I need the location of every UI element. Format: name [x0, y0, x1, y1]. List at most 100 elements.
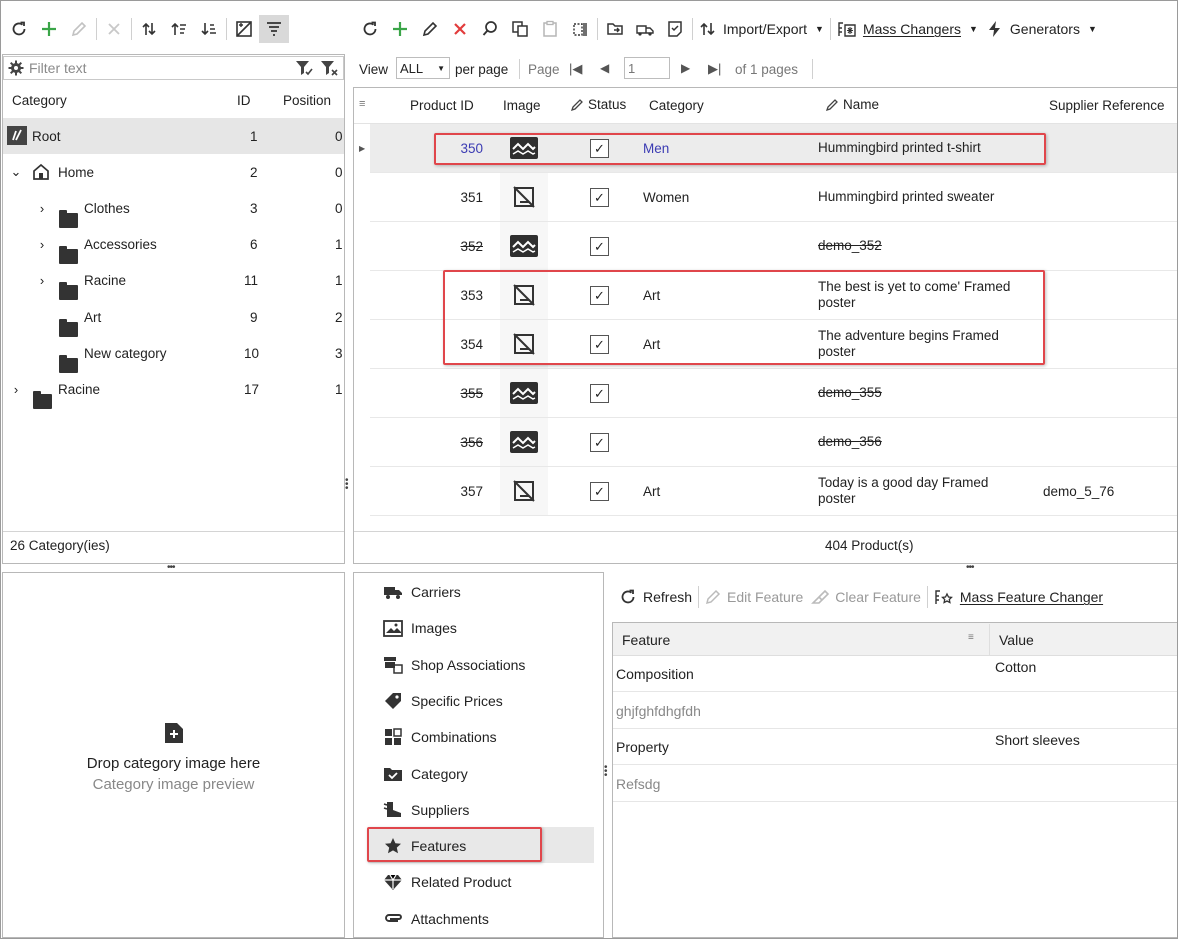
- edit-product-button[interactable]: [415, 15, 445, 43]
- nav-item-category[interactable]: Category: [383, 756, 468, 792]
- nav-item-specific-prices[interactable]: Specific Prices: [383, 683, 503, 719]
- product-image-cell[interactable]: [500, 369, 548, 417]
- col-product-id[interactable]: Product ID: [410, 98, 474, 113]
- nav-item-related-product[interactable]: Related Product: [383, 864, 511, 900]
- mass-changers-menu[interactable]: Mass Changers ▼: [833, 15, 982, 43]
- nav-item-shop-associations[interactable]: Shop Associations: [383, 647, 525, 683]
- mass-feature-changer-button[interactable]: Mass Feature Changer: [930, 583, 1107, 611]
- status-checkbox[interactable]: ✓: [590, 383, 609, 403]
- vertical-splitter[interactable]: • • •: [345, 476, 351, 494]
- vertical-splitter-bottom[interactable]: • • •: [604, 763, 610, 781]
- table-row[interactable]: 352 ✓ demo_352: [370, 222, 1178, 271]
- next-page-button[interactable]: ▶: [681, 61, 690, 75]
- col-image[interactable]: Image: [503, 98, 541, 113]
- assign-category-button[interactable]: [600, 15, 630, 43]
- filter-input[interactable]: Filter text: [3, 56, 344, 80]
- prev-page-button[interactable]: ◀: [600, 61, 609, 75]
- table-row[interactable]: 355 ✓ demo_355: [370, 369, 1178, 418]
- table-row[interactable]: 356 ✓ demo_356: [370, 418, 1178, 467]
- page-number-input[interactable]: 1: [624, 57, 670, 79]
- col-value[interactable]: Value: [999, 632, 1034, 648]
- col-feature[interactable]: Feature: [622, 632, 670, 648]
- filter-toggle-button[interactable]: [259, 15, 289, 43]
- first-page-button[interactable]: |◀: [569, 61, 582, 77]
- edit-feature-button[interactable]: Edit Feature: [701, 583, 807, 611]
- generators-menu[interactable]: Generators ▼: [982, 15, 1101, 43]
- chevron-right-icon[interactable]: ›: [35, 201, 49, 216]
- tree-row-new-category[interactable]: New category 10 3: [3, 335, 344, 373]
- delete-product-button[interactable]: [445, 15, 475, 43]
- tree-row-racine[interactable]: › Racine 11 1: [3, 262, 344, 300]
- status-checkbox[interactable]: ✓: [590, 187, 609, 207]
- tree-col-id[interactable]: ID: [237, 93, 251, 108]
- filter-clear-button[interactable]: [320, 60, 338, 76]
- table-row[interactable]: 357 ✓ Art Today is a good day Framed poster d…: [370, 467, 1178, 516]
- nav-item-images[interactable]: Images: [383, 610, 457, 646]
- tree-row-home[interactable]: ⌄ Home 2 0: [3, 154, 344, 190]
- product-image-cell[interactable]: [500, 222, 548, 270]
- view-select[interactable]: ALL ▼: [396, 57, 450, 79]
- search-product-button[interactable]: [475, 15, 505, 43]
- add-category-button[interactable]: [34, 15, 64, 43]
- filter-apply-button[interactable]: [295, 60, 313, 76]
- col-supplier-reference[interactable]: Supplier Reference: [1049, 98, 1165, 113]
- chevron-right-icon[interactable]: ›: [35, 237, 49, 252]
- features-refresh-button[interactable]: Refresh: [615, 583, 696, 611]
- review-button[interactable]: [660, 15, 690, 43]
- col-category[interactable]: Category: [649, 98, 704, 113]
- last-page-button[interactable]: ▶|: [708, 61, 721, 77]
- nav-item-carriers[interactable]: Carriers: [383, 574, 461, 610]
- col-status[interactable]: Status: [570, 97, 626, 112]
- product-image-cell[interactable]: [500, 467, 548, 515]
- import-export-menu[interactable]: Import/Export ▼: [695, 15, 828, 43]
- product-name-cell[interactable]: Today is a good day Framed poster: [818, 467, 1048, 515]
- chevron-right-icon[interactable]: ›: [35, 273, 49, 288]
- refresh-button[interactable]: [4, 15, 34, 43]
- col-name[interactable]: Name: [825, 97, 879, 112]
- copy-button[interactable]: [505, 15, 535, 43]
- nav-item-suppliers[interactable]: Suppliers: [383, 792, 469, 828]
- feature-row[interactable]: Property Short sleeves: [613, 729, 1178, 765]
- feature-row[interactable]: ghjfghfdhgfdh: [613, 693, 1178, 729]
- chevron-right-icon[interactable]: ›: [9, 382, 23, 397]
- nav-item-combinations[interactable]: Combinations: [383, 719, 497, 755]
- nav-item-attachments[interactable]: Attachments: [383, 901, 489, 937]
- feature-row[interactable]: Refsdg: [613, 766, 1178, 802]
- tree-row-art[interactable]: Art 9 2: [3, 299, 344, 337]
- category-image-button[interactable]: [229, 15, 259, 43]
- status-checkbox[interactable]: ✓: [590, 236, 609, 256]
- product-name-cell[interactable]: demo_352: [818, 222, 1048, 270]
- add-product-button[interactable]: [385, 15, 415, 43]
- product-name-cell[interactable]: demo_355: [818, 369, 1048, 417]
- sort-down-button[interactable]: [194, 15, 224, 43]
- product-refresh-button[interactable]: [355, 15, 385, 43]
- duplicate-button[interactable]: [565, 15, 595, 43]
- delete-category-button[interactable]: [99, 15, 129, 43]
- clear-feature-button[interactable]: Clear Feature: [807, 583, 925, 611]
- paste-button[interactable]: [535, 15, 565, 43]
- column-chooser-icon[interactable]: ≡: [359, 98, 365, 110]
- product-image-cell[interactable]: [500, 418, 548, 466]
- nav-item-label: Related Product: [411, 874, 512, 891]
- chevron-down-icon[interactable]: ⌄: [9, 164, 23, 180]
- sort-down-icon: [201, 23, 216, 36]
- product-image-cell[interactable]: [500, 173, 548, 221]
- tree-row-accessories[interactable]: › Accessories 6 1: [3, 226, 344, 264]
- tree-row-id: 3: [250, 200, 258, 216]
- table-row[interactable]: 351 ✓ Women Hummingbird printed sweater: [370, 173, 1178, 222]
- status-checkbox[interactable]: ✓: [590, 432, 609, 452]
- sort-icon[interactable]: ≡: [968, 632, 974, 643]
- sort-up-button[interactable]: [164, 15, 194, 43]
- tree-row-racine-2[interactable]: › Racine 17 1: [3, 371, 344, 409]
- status-checkbox[interactable]: ✓: [590, 481, 609, 501]
- feature-row[interactable]: Composition Cotton: [613, 656, 1178, 692]
- product-name-cell[interactable]: Hummingbird printed sweater: [818, 173, 1048, 221]
- tree-row-root[interactable]: Root 1 0: [3, 118, 344, 154]
- tree-col-category[interactable]: Category: [12, 93, 67, 108]
- edit-category-button[interactable]: [64, 15, 94, 43]
- tree-col-position[interactable]: Position: [283, 93, 331, 108]
- move-category-button[interactable]: [134, 15, 164, 43]
- tree-row-clothes[interactable]: › Clothes 3 0: [3, 190, 344, 228]
- product-name-cell[interactable]: demo_356: [818, 418, 1048, 466]
- shipping-button[interactable]: [630, 15, 660, 43]
